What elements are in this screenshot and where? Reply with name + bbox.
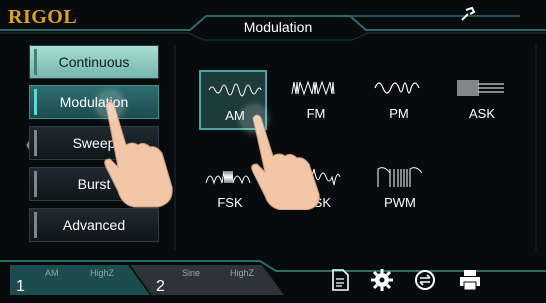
mod-pm-option[interactable]: PM — [365, 70, 433, 130]
pm-wave-icon — [374, 82, 420, 94]
channel-2-wave: Sine — [182, 268, 201, 278]
mod-ask-option[interactable]: ASK — [448, 70, 516, 130]
am-wave-icon — [208, 83, 262, 97]
channel-1-tab[interactable]: 1 AM HighZ — [10, 262, 128, 298]
channel-1-load: HighZ — [90, 268, 115, 278]
fm-wave-icon — [291, 80, 335, 96]
sync-icon[interactable] — [413, 268, 437, 292]
document-icon[interactable] — [328, 268, 352, 292]
screen: RIGOL Modulation 〈 Continuous Modulation… — [0, 0, 546, 303]
mod-pm-label: PM — [389, 106, 409, 121]
mod-pwm-label: PWM — [384, 195, 416, 210]
channel-2-number: 2 — [156, 278, 165, 295]
touch-point-icon — [97, 92, 123, 118]
ask-wave-icon — [457, 80, 504, 96]
touch-point-icon — [241, 106, 267, 132]
channel-1-number: 1 — [16, 278, 25, 295]
channel-2-load: HighZ — [230, 268, 255, 278]
mod-ask-label: ASK — [468, 106, 495, 121]
channel-1-wave: AM — [45, 268, 59, 278]
channel-2-tab[interactable]: 2 Sine HighZ — [150, 262, 268, 298]
pwm-wave-icon — [377, 167, 423, 187]
printer-icon[interactable] — [458, 268, 482, 292]
gear-icon[interactable] — [370, 268, 394, 292]
mod-pwm-option[interactable]: PWM — [366, 159, 434, 219]
